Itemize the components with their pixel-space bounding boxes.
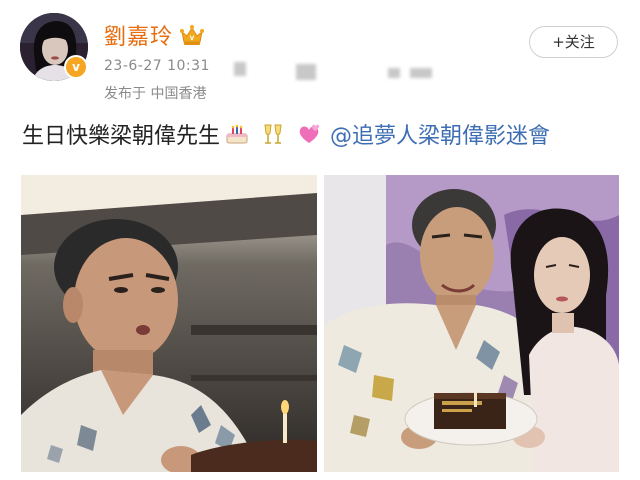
username[interactable]: 劉嘉玲 xyxy=(104,19,173,51)
post-source: 发布于 中国香港 xyxy=(104,86,207,102)
post-text: 生日快樂梁朝偉先生 @追夢人梁朝偉影迷會 xyxy=(22,118,550,150)
weibo-post: v 劉嘉玲 V 23-6-27 10:31 发布于 中国香港 +关注 生日快樂梁… xyxy=(0,0,640,480)
post-timestamp: 23-6-27 10:31 xyxy=(104,58,210,74)
blurred-meta xyxy=(388,68,400,78)
champagne-glasses-icon xyxy=(260,121,286,147)
mention-link[interactable]: @追夢人梁朝偉影迷會 xyxy=(330,118,550,150)
avatar[interactable]: v xyxy=(20,13,88,81)
pink-hearts-icon xyxy=(296,121,322,147)
vip-badge-icon: v xyxy=(64,55,88,79)
svg-text:V: V xyxy=(190,35,195,42)
crown-icon: V xyxy=(179,24,205,46)
blurred-meta xyxy=(410,68,432,78)
follow-button[interactable]: +关注 xyxy=(529,26,618,58)
post-body-text: 生日快樂梁朝偉先生 xyxy=(22,124,221,149)
photo-man-birthday-cake[interactable] xyxy=(21,175,317,472)
blurred-meta xyxy=(234,62,246,76)
blurred-meta xyxy=(296,64,316,80)
photo-couple-with-cake[interactable] xyxy=(324,175,619,472)
birthday-cake-icon xyxy=(224,121,250,147)
username-row: 劉嘉玲 V xyxy=(104,20,205,50)
